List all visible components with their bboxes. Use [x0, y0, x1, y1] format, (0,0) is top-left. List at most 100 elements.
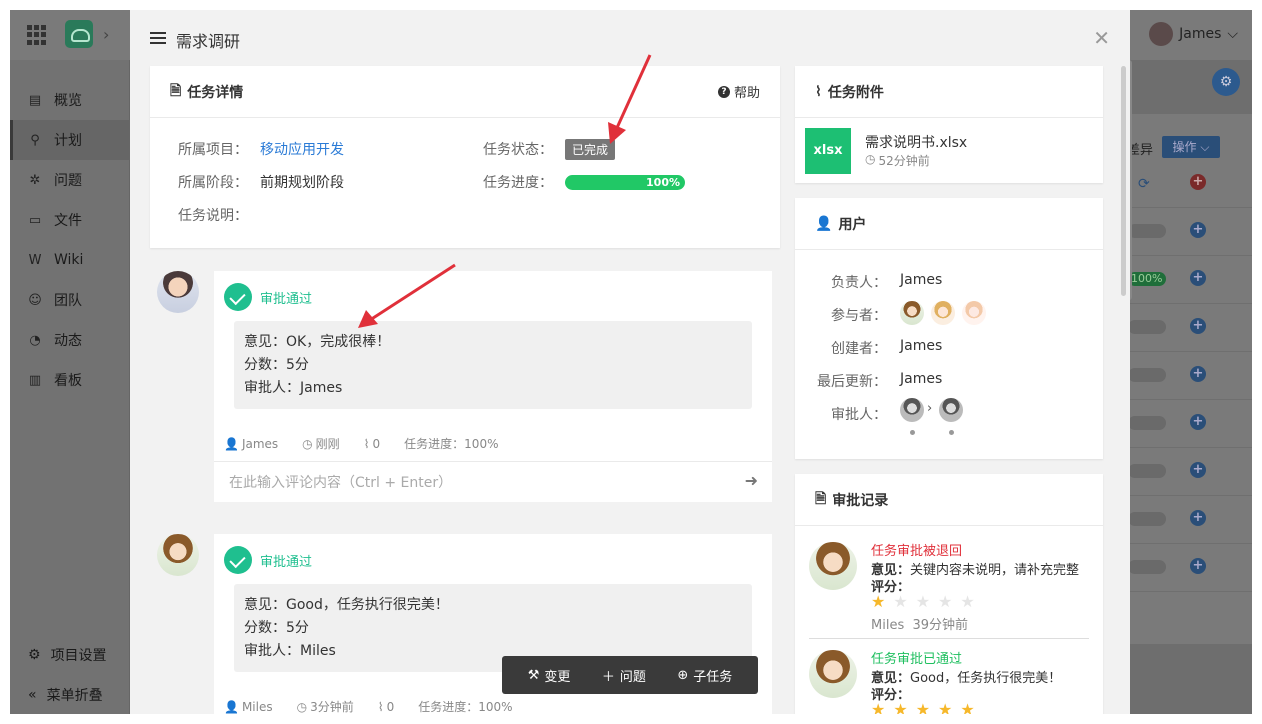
- score-text: 分数：5分: [244, 620, 309, 636]
- meta-user-name: James: [241, 436, 279, 451]
- stage-label: 所属阶段：: [178, 175, 248, 191]
- star-icon: ★: [871, 592, 886, 611]
- project-link[interactable]: 移动应用开发: [260, 139, 344, 159]
- sidebar-item-issues[interactable]: ✲ 问题: [10, 160, 130, 200]
- close-icon[interactable]: ✕: [1093, 26, 1110, 50]
- add-icon[interactable]: +: [1190, 510, 1206, 526]
- subtask-button[interactable]: ⊕ 子任务: [677, 666, 732, 685]
- help-button[interactable]: ? 帮助: [717, 82, 760, 101]
- settings-gear-icon[interactable]: ⚙: [1212, 68, 1240, 96]
- task-modal: 需求调研 ✕ 🗎 任务详情 ? 帮助 所属项目： 移动应用开发 所属阶段： 前期规…: [130, 10, 1130, 714]
- record-status: 任务审批被退回: [871, 544, 963, 559]
- refresh-icon[interactable]: ⟳: [1138, 176, 1150, 192]
- record-meta: Miles 39分钟前: [871, 614, 968, 633]
- meta-attachments: ⌇ 0: [378, 698, 395, 714]
- add-icon[interactable]: +: [1190, 222, 1206, 238]
- record-user: Miles: [871, 618, 905, 633]
- sidebar-item-label: 文件: [54, 213, 82, 229]
- modal-scrollbar[interactable]: [1121, 66, 1126, 296]
- add-red-icon[interactable]: +: [1190, 174, 1206, 190]
- participant-avatar[interactable]: [900, 301, 924, 325]
- add-icon[interactable]: +: [1190, 462, 1206, 478]
- record-time: 39分钟前: [912, 618, 969, 633]
- sidebar-item-files[interactable]: ▭ 文件: [10, 200, 130, 240]
- table-row: +: [1128, 208, 1252, 256]
- folder-icon: ▭: [28, 212, 42, 228]
- change-label: 变更: [544, 669, 571, 685]
- sidebar-item-team[interactable]: ☺ 团队: [10, 280, 130, 320]
- project-label: 所属项目：: [178, 142, 248, 158]
- add-icon[interactable]: +: [1190, 558, 1206, 574]
- sidebar-item-wiki[interactable]: W Wiki: [10, 240, 130, 280]
- issue-button[interactable]: ＋问题: [602, 666, 646, 685]
- progress-pill: [1128, 416, 1166, 430]
- overview-icon: ▤: [28, 92, 42, 108]
- approver-avatar[interactable]: [900, 398, 924, 422]
- attachment-file-name[interactable]: 需求说明书.xlsx: [865, 132, 967, 152]
- user-menu[interactable]: James ⌵: [1149, 22, 1238, 46]
- operate-button[interactable]: 操作 ⌵: [1162, 136, 1220, 158]
- cloud-logo-icon[interactable]: [65, 20, 93, 48]
- add-icon[interactable]: +: [1190, 318, 1206, 334]
- progress-pill: [1128, 224, 1166, 238]
- attachments-heading: 任务附件: [827, 84, 884, 101]
- collapse-menu-button[interactable]: « 菜单折叠: [10, 676, 130, 714]
- table-row: ⟳ +: [1128, 160, 1252, 208]
- users-heading: 用户: [838, 216, 867, 233]
- chart-icon: ▥: [28, 372, 42, 388]
- clock-icon: ◷: [302, 436, 313, 451]
- sidebar-item-overview[interactable]: ▤ 概览: [10, 80, 130, 120]
- owner-value: James: [900, 272, 943, 288]
- xlsx-file-icon[interactable]: xlsx: [805, 128, 851, 174]
- modal-title: 需求调研: [176, 32, 241, 51]
- approver-avatar[interactable]: [939, 398, 963, 422]
- change-button[interactable]: ⚒ 变更: [528, 666, 571, 685]
- score-text: 分数：5分: [244, 357, 309, 373]
- user-avatar: [1149, 22, 1174, 46]
- document-icon: 🗎: [815, 490, 827, 507]
- approval-records-heading: 审批记录: [832, 492, 889, 509]
- add-icon[interactable]: +: [1190, 366, 1206, 382]
- add-icon[interactable]: +: [1190, 270, 1206, 286]
- star-icon: ★: [893, 592, 908, 611]
- creator-value: James: [900, 338, 943, 354]
- user-icon: 👤: [224, 436, 239, 451]
- sidebar-item-activity[interactable]: ◔ 动态: [10, 320, 130, 360]
- paperclip-icon: ⌇: [363, 436, 370, 451]
- sidebar-item-board[interactable]: ▥ 看板: [10, 360, 130, 400]
- opinion-text: 意见：OK，完成很棒！: [244, 334, 391, 350]
- participants-label: 参与者：: [831, 308, 887, 324]
- meta-user: 👤 Miles: [224, 698, 273, 714]
- chevron-down-icon: ⌵: [1227, 26, 1238, 42]
- apps-grid-icon[interactable]: [27, 25, 47, 45]
- star-icon: ★: [893, 700, 908, 714]
- project-settings-button[interactable]: ⚙ 项目设置: [10, 636, 130, 674]
- send-arrow-icon[interactable]: ➜: [745, 471, 758, 490]
- plus-icon: ＋: [601, 669, 615, 685]
- annotation-arrow: [358, 263, 456, 328]
- sidebar-item-label: 概览: [54, 93, 82, 109]
- comment-input[interactable]: 在此输入评论内容（Ctrl + Enter） ➜: [214, 461, 772, 501]
- star-rating: ★ ★ ★ ★ ★: [871, 700, 975, 714]
- user-icon: 👤: [815, 215, 833, 232]
- meta-progress: 任务进度：100%: [404, 437, 499, 451]
- approval-records-card: 🗎 审批记录 任务审批被退回 意见：关键内容未说明，请补充完整 评分： ★ ★ ★ ★…: [795, 474, 1103, 714]
- sidebar: ▤ 概览 ⚲ 计划 ✲ 问题 ▭ 文件 W Wiki ☺ 团队 ◔ 动态 ▥ 看板 ⚙ 项目设置 …: [10, 60, 130, 714]
- star-icon: ★: [938, 592, 953, 611]
- approval-status: 审批通过: [260, 292, 313, 307]
- paperclip-icon: ⌇: [815, 83, 822, 100]
- approval-card: 审批通过 意见：OK，完成很棒！ 分数：5分 审批人：James 👤 James …: [214, 271, 772, 502]
- wiki-icon: W: [28, 252, 42, 268]
- add-icon[interactable]: +: [1190, 414, 1206, 430]
- participant-avatar[interactable]: [962, 301, 986, 325]
- opinion-text: 意见：Good，任务执行很完美！: [244, 597, 449, 613]
- meta-attachments: ⌇ 0: [364, 435, 381, 452]
- task-detail-card: 🗎 任务详情 ? 帮助 所属项目： 移动应用开发 所属阶段： 前期规划阶段 任务说…: [150, 66, 780, 248]
- gear-icon: ⚙: [28, 647, 41, 663]
- star-icon: ★: [938, 700, 953, 714]
- sidebar-item-plan[interactable]: ⚲ 计划: [10, 120, 130, 160]
- sidebar-item-label: 看板: [54, 373, 82, 389]
- participant-avatar[interactable]: [931, 301, 955, 325]
- meta-attachment-count: 0: [386, 699, 395, 714]
- progress-pill: [1128, 320, 1166, 334]
